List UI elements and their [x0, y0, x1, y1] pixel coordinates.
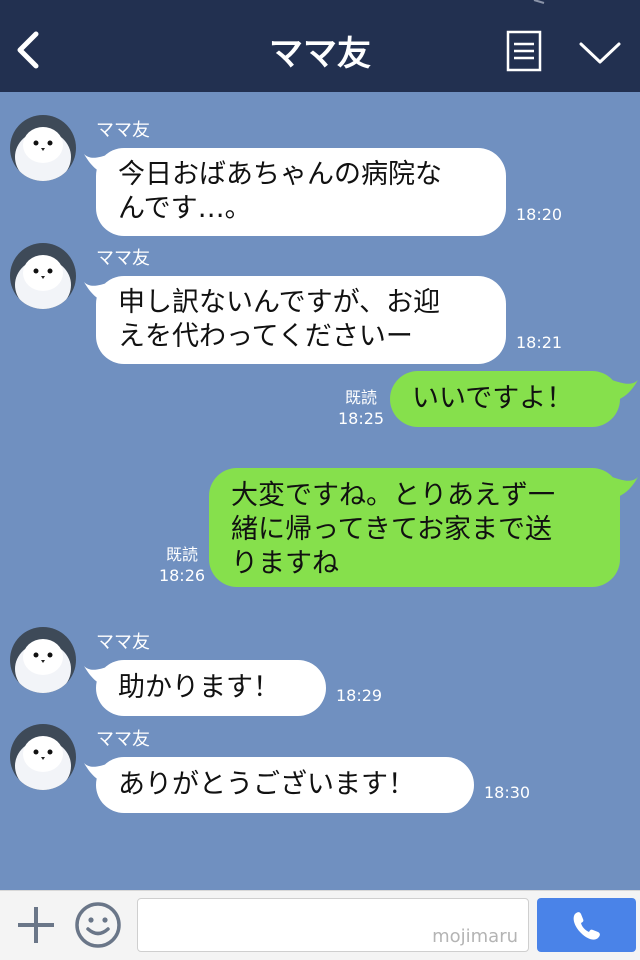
sender-name: ママ友 [96, 120, 150, 141]
message-bubble-incoming[interactable]: 助かります！ [96, 660, 326, 716]
bird-avatar-icon [10, 724, 76, 790]
message-bubble-incoming[interactable]: 申し訳ないんですが、お迎 えを代わってくださいー [96, 276, 506, 364]
sender-name: ママ友 [96, 248, 150, 269]
message-line: 大変ですね。とりあえず一 [231, 480, 555, 511]
message-time: 18:21 [516, 333, 563, 352]
avatar[interactable] [10, 627, 76, 693]
watermark: mojimaru [432, 926, 518, 947]
message-time: 18:20 [516, 205, 563, 224]
message-line: んです…。 [118, 193, 252, 224]
message-line: えを代わってくださいー [118, 321, 413, 352]
message-list[interactable]: ママ友 今日おばあちゃんの病院な んです…。 18:20 ママ友 申し訳ないんで… [0, 92, 640, 890]
avatar[interactable] [10, 115, 76, 181]
bubble-tail [612, 477, 638, 499]
sender-name: ママ友 [96, 632, 150, 653]
sender-name: ママ友 [96, 729, 150, 750]
chevron-left-icon[interactable] [14, 30, 44, 70]
phone-icon [573, 912, 600, 940]
message-line: りますね [231, 548, 339, 579]
message-time: 18:30 [484, 783, 531, 802]
message-bubble-incoming[interactable]: ありがとうございます！ [96, 757, 474, 813]
avatar[interactable] [10, 243, 76, 309]
smiley-icon[interactable] [74, 901, 122, 949]
bird-avatar-icon [10, 115, 76, 181]
message-bubble-incoming[interactable]: 今日おばあちゃんの病院な んです…。 [96, 148, 506, 236]
avatar[interactable] [10, 724, 76, 790]
chat-title: ママ友 [269, 34, 371, 74]
message-line: 申し訳ないんですが、お迎 [118, 287, 441, 318]
read-receipt: 既読 18:26 [158, 545, 206, 585]
notes-icon[interactable] [506, 30, 542, 72]
message-line: 緒に帰ってきてお家まで送 [231, 514, 553, 545]
message-time: 18:29 [336, 686, 383, 705]
status-indicator-icon [533, 0, 545, 4]
call-button[interactable] [537, 898, 636, 952]
message-line: ありがとうございます！ [118, 769, 415, 800]
message-composer: mojimaru [0, 890, 640, 960]
message-bubble-outgoing[interactable]: 大変ですね。とりあえず一 緒に帰ってきてお家まで送 りますね [209, 468, 620, 587]
chevron-down-icon[interactable] [578, 40, 622, 66]
read-receipt: 既読 18:25 [338, 388, 385, 428]
plus-icon[interactable] [14, 903, 58, 947]
message-bubble-outgoing[interactable]: いいですよ！ [390, 371, 620, 427]
message-input[interactable]: mojimaru [137, 898, 529, 952]
message-line: いいですよ！ [412, 383, 574, 414]
bird-avatar-icon [10, 243, 76, 309]
message-line: 助かります！ [118, 672, 280, 703]
bubble-tail [612, 380, 638, 402]
message-line: 今日おばあちゃんの病院な [118, 159, 442, 190]
chat-header: ママ友 [0, 0, 640, 92]
bird-avatar-icon [10, 627, 76, 693]
